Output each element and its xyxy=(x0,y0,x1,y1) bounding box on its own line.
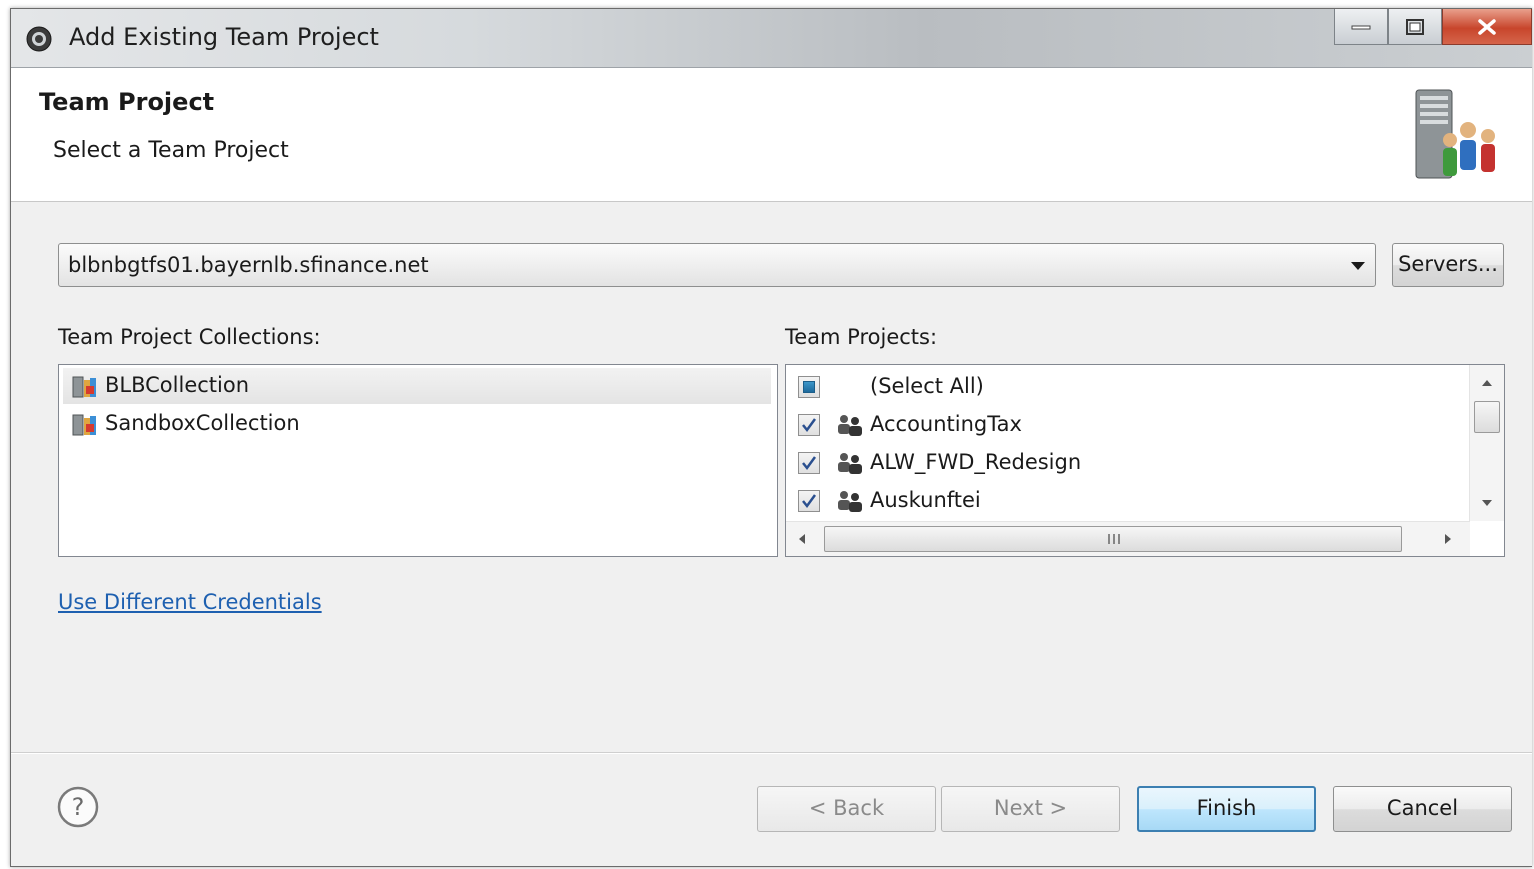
collection-item-label: SandboxCollection xyxy=(105,411,300,435)
select-all-label: (Select All) xyxy=(870,374,984,398)
server-dropdown-value: blbnbgtfs01.bayernlb.sfinance.net xyxy=(68,253,429,277)
collection-icon xyxy=(72,376,96,398)
finish-button-label: Finish xyxy=(1196,796,1257,820)
collection-item-label: BLBCollection xyxy=(105,373,250,397)
collection-item-sandboxcollection[interactable]: SandboxCollection xyxy=(63,406,771,442)
checkmark-icon xyxy=(802,456,817,471)
next-button-label: Next > xyxy=(993,796,1068,820)
project-item-label: ALW_FWD_Redesign xyxy=(870,450,1082,474)
next-button[interactable]: Next > xyxy=(941,786,1120,832)
project-checkbox[interactable] xyxy=(798,414,820,436)
team-icon xyxy=(838,453,862,474)
eclipse-icon xyxy=(26,26,52,52)
scroll-right-icon[interactable] xyxy=(1444,533,1452,545)
maximize-icon xyxy=(1406,18,1424,35)
vertical-scroll-thumb[interactable] xyxy=(1474,401,1500,433)
title-bar[interactable]: Add Existing Team Project xyxy=(11,9,1532,68)
projects-tree[interactable]: (Select All) AccountingTax ALW_FWD_Redes… xyxy=(785,364,1505,557)
window-controls xyxy=(1334,9,1532,45)
back-button[interactable]: < Back xyxy=(757,786,936,832)
chevron-down-icon xyxy=(1351,262,1365,270)
use-different-credentials-link[interactable]: Use Different Credentials xyxy=(58,590,322,614)
wizard-header: Team Project Select a Team Project xyxy=(11,68,1532,202)
minimize-icon xyxy=(1351,25,1371,29)
window-title: Add Existing Team Project xyxy=(69,23,379,51)
collection-item-blbcollection[interactable]: BLBCollection xyxy=(63,368,771,404)
back-button-label: < Back xyxy=(808,796,885,820)
dialog-window: Add Existing Team Project Team Project S… xyxy=(10,8,1532,867)
minimize-button[interactable] xyxy=(1334,9,1388,45)
server-team-icon xyxy=(1415,89,1495,179)
server-dropdown[interactable]: blbnbgtfs01.bayernlb.sfinance.net xyxy=(58,243,1376,287)
footer-separator xyxy=(11,752,1532,754)
help-icon[interactable]: ? xyxy=(56,785,100,829)
collections-label: Team Project Collections: xyxy=(58,325,321,349)
partial-check-icon xyxy=(803,381,815,393)
checkmark-icon xyxy=(802,494,817,509)
finish-button[interactable]: Finish xyxy=(1137,786,1316,832)
projects-horizontal-scrollbar[interactable] xyxy=(786,521,1470,556)
svg-text:?: ? xyxy=(72,793,85,821)
checkmark-icon xyxy=(802,418,817,433)
projects-vertical-scrollbar[interactable] xyxy=(1469,365,1504,521)
project-item-label: Auskunftei xyxy=(870,488,981,512)
scroll-left-icon[interactable] xyxy=(798,533,806,545)
projects-label: Team Projects: xyxy=(785,325,938,349)
servers-button-label: Servers... xyxy=(1398,252,1498,276)
select-all-checkbox[interactable] xyxy=(798,376,820,398)
cancel-button-label: Cancel xyxy=(1386,796,1459,820)
scroll-up-icon[interactable] xyxy=(1481,379,1493,387)
close-icon xyxy=(1478,18,1496,35)
scroll-down-icon[interactable] xyxy=(1481,499,1493,507)
servers-button[interactable]: Servers... xyxy=(1392,243,1504,287)
page-title: Team Project xyxy=(39,88,215,116)
team-icon xyxy=(838,415,862,436)
horizontal-scroll-thumb[interactable] xyxy=(824,526,1402,552)
project-checkbox[interactable] xyxy=(798,490,820,512)
project-item-label: AccountingTax xyxy=(870,412,1022,436)
grip-icon xyxy=(1108,534,1120,544)
page-subtitle: Select a Team Project xyxy=(53,138,289,163)
cancel-button[interactable]: Cancel xyxy=(1333,786,1512,832)
team-icon xyxy=(838,491,862,512)
collections-list[interactable]: BLBCollection SandboxCollection xyxy=(58,364,778,557)
close-button[interactable] xyxy=(1442,9,1532,45)
collection-icon xyxy=(72,414,96,436)
maximize-button[interactable] xyxy=(1388,9,1442,45)
project-checkbox[interactable] xyxy=(798,452,820,474)
